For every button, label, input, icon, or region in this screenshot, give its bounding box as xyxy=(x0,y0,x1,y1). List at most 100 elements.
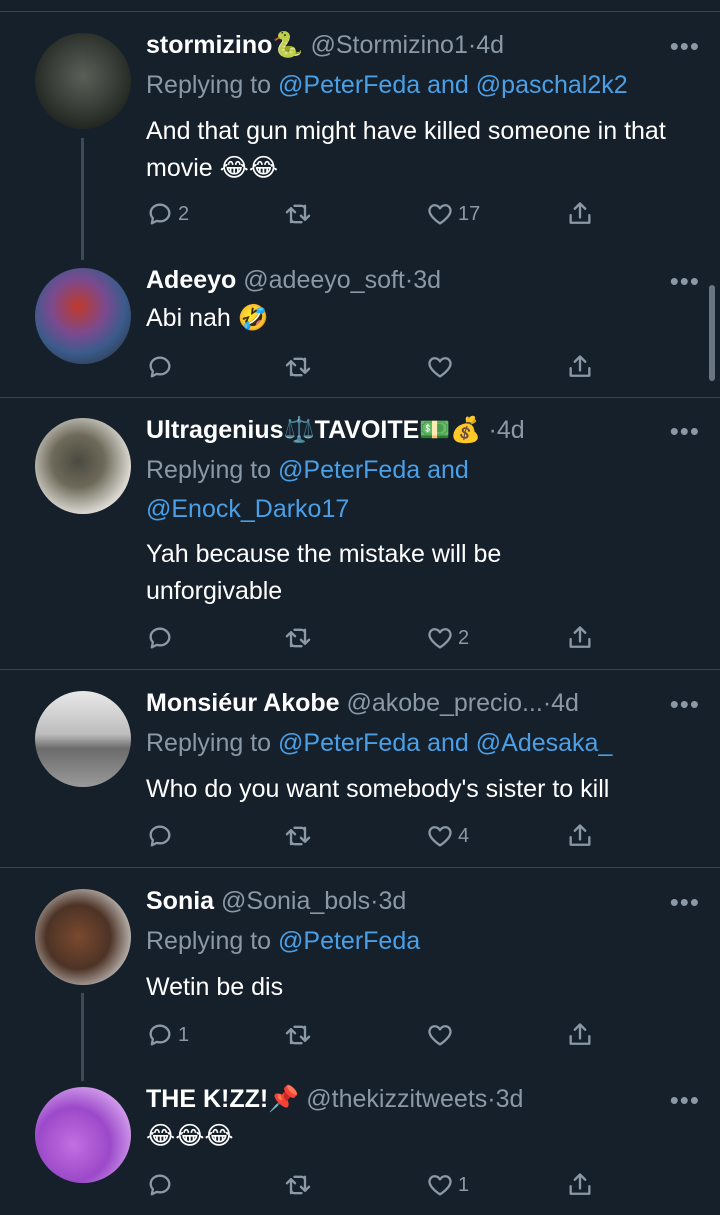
like-button[interactable] xyxy=(426,349,458,385)
replying-to: Replying to @PeterFeda and @Enock_Darko1… xyxy=(146,451,570,529)
more-icon[interactable]: ••• xyxy=(670,889,700,915)
reply-button[interactable]: 1 xyxy=(146,1017,189,1053)
heart-icon xyxy=(428,826,452,847)
retweet-button[interactable] xyxy=(284,818,312,854)
like-button[interactable]: 1 xyxy=(426,1167,469,1203)
avatar[interactable] xyxy=(35,33,131,129)
avatar[interactable] xyxy=(35,1087,131,1183)
like-count: 2 xyxy=(458,626,470,649)
tweet-text: Abi nah 🤣 xyxy=(146,304,269,332)
tweet-header: stormizino🐍 @Stormizino1·4d xyxy=(146,28,700,62)
share-button[interactable] xyxy=(566,1167,594,1203)
reply-button[interactable]: 2 xyxy=(146,196,189,232)
user-handle[interactable]: @Stormizino1 xyxy=(310,31,467,59)
heart-icon xyxy=(428,628,452,649)
display-name[interactable]: Sonia xyxy=(146,887,214,915)
retweet-button[interactable] xyxy=(284,1017,312,1053)
mention-link[interactable]: @Adesaka_ xyxy=(476,729,613,757)
tweet-actions: 1 xyxy=(146,1017,606,1053)
mention-link[interactable]: @PeterFeda xyxy=(278,71,420,99)
mention-link[interactable]: @Enock_Darko17 xyxy=(146,495,349,523)
more-icon[interactable]: ••• xyxy=(670,1087,700,1113)
like-button[interactable]: 4 xyxy=(426,818,469,854)
tweet-text: Wetin be dis xyxy=(146,973,284,1001)
mention-and[interactable]: and xyxy=(427,71,469,99)
tweet-actions: 1 xyxy=(146,1167,606,1203)
timestamp[interactable]: 4d xyxy=(497,416,525,444)
mention-and[interactable]: and xyxy=(427,456,469,484)
reply-button[interactable] xyxy=(146,349,178,385)
timestamp[interactable]: 4d xyxy=(476,31,504,59)
avatar[interactable] xyxy=(35,268,131,364)
more-icon[interactable]: ••• xyxy=(670,33,700,59)
like-count: 1 xyxy=(458,1173,470,1196)
replying-to: Replying to @PeterFeda xyxy=(146,922,690,961)
replying-to-label: Replying to xyxy=(146,729,272,757)
reply-button[interactable] xyxy=(146,818,178,854)
display-name[interactable]: stormizino🐍 xyxy=(146,31,304,59)
like-button[interactable]: 2 xyxy=(426,620,469,656)
tweet-header: Sonia @Sonia_bols·3d xyxy=(146,884,700,918)
share-button[interactable] xyxy=(566,196,594,232)
reply-icon xyxy=(149,356,171,378)
share-button[interactable] xyxy=(566,818,594,854)
reply-count: 1 xyxy=(178,1023,190,1046)
user-handle[interactable]: @Sonia_bols xyxy=(221,887,370,915)
avatar[interactable] xyxy=(35,691,131,787)
share-icon xyxy=(569,355,591,377)
replying-to: Replying to @PeterFeda and @paschal2k2 xyxy=(146,66,690,105)
more-icon[interactable]: ••• xyxy=(670,418,700,444)
timestamp[interactable]: 4d xyxy=(551,689,579,717)
mention-link[interactable]: @PeterFeda xyxy=(278,456,420,484)
top-divider xyxy=(0,11,720,12)
separator: · xyxy=(542,689,552,717)
retweet-icon xyxy=(285,1025,311,1045)
display-name[interactable]: Monsiéur Akobe xyxy=(146,689,340,717)
like-button[interactable] xyxy=(426,1017,458,1053)
tweet-header: THE K!ZZ!📌 @thekizzitweets·3d xyxy=(146,1082,700,1116)
thread-line xyxy=(81,993,84,1081)
share-button[interactable] xyxy=(566,620,594,656)
like-button[interactable]: 17 xyxy=(426,196,480,232)
retweet-icon xyxy=(285,628,311,648)
display-name[interactable]: THE K!ZZ!📌 xyxy=(146,1085,299,1113)
separator: · xyxy=(404,266,414,294)
share-button[interactable] xyxy=(566,1017,594,1053)
reply-count: 2 xyxy=(178,202,190,225)
tweet-text: Who do you want somebody's sister to kil… xyxy=(146,775,610,803)
display-name[interactable]: Adeeyo xyxy=(146,266,236,294)
heart-icon xyxy=(428,1025,452,1046)
mention-link[interactable]: @paschal2k2 xyxy=(476,71,628,99)
reply-button[interactable] xyxy=(146,1167,178,1203)
display-name[interactable]: Ultragenius⚖️TAVOITE💵💰 xyxy=(146,416,482,444)
retweet-button[interactable] xyxy=(284,349,312,385)
retweet-icon xyxy=(285,826,311,846)
user-handle[interactable]: @thekizzitweets xyxy=(306,1085,487,1113)
like-count: 17 xyxy=(458,202,481,225)
share-icon xyxy=(569,824,591,846)
retweet-button[interactable] xyxy=(284,1167,312,1203)
user-handle[interactable]: @adeeyo_soft xyxy=(243,266,405,294)
share-icon xyxy=(569,1023,591,1045)
mention-and[interactable]: and xyxy=(427,729,469,757)
separator: · xyxy=(488,416,497,444)
replying-to-label: Replying to xyxy=(146,927,272,955)
timestamp[interactable]: 3d xyxy=(413,266,441,294)
more-icon[interactable]: ••• xyxy=(670,691,700,717)
reply-button[interactable] xyxy=(146,620,178,656)
mention-link[interactable]: @PeterFeda xyxy=(278,927,420,955)
scrollbar[interactable] xyxy=(709,285,715,381)
more-icon[interactable]: ••• xyxy=(670,268,700,294)
retweet-button[interactable] xyxy=(284,196,312,232)
avatar[interactable] xyxy=(35,418,131,514)
timestamp[interactable]: 3d xyxy=(378,887,406,915)
timestamp[interactable]: 3d xyxy=(496,1085,524,1113)
user-handle[interactable]: @akobe_precio... xyxy=(347,689,543,717)
retweet-button[interactable] xyxy=(284,620,312,656)
share-button[interactable] xyxy=(566,349,594,385)
share-icon xyxy=(569,202,591,224)
mention-link[interactable]: @PeterFeda xyxy=(278,729,420,757)
divider xyxy=(0,669,720,670)
divider xyxy=(0,867,720,868)
avatar[interactable] xyxy=(35,889,131,985)
